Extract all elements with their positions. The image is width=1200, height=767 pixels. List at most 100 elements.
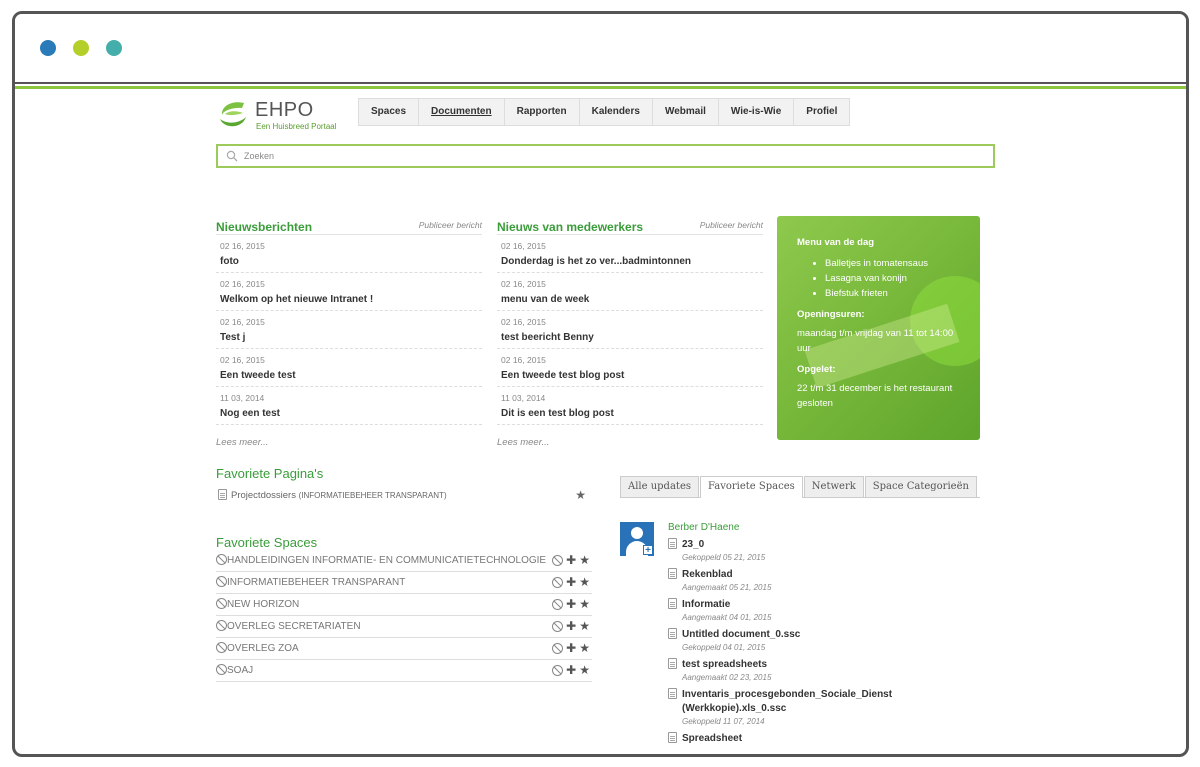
window-minimize-dot[interactable] [73, 40, 89, 56]
news-item[interactable]: 02 16, 2015 menu van de week [497, 273, 763, 311]
avatar[interactable]: + [620, 522, 654, 556]
news-date: 02 16, 2015 [220, 241, 265, 251]
news-date: 02 16, 2015 [501, 279, 546, 289]
add-icon[interactable]: ✚ [566, 660, 576, 681]
news-item[interactable]: 02 16, 2015 Test j [216, 311, 482, 349]
favorite-space-item[interactable]: HANDLEIDINGEN INFORMATIE- EN COMMUNICATI… [216, 550, 592, 572]
star-icon[interactable]: ★ [579, 594, 590, 615]
news-item-title[interactable]: test beericht Benny [501, 332, 763, 343]
favorite-space-item[interactable]: NEW HORIZON ✚ ★ [216, 594, 592, 616]
favorite-space-name[interactable]: NEW HORIZON [227, 599, 299, 610]
add-icon[interactable]: ✚ [566, 638, 576, 659]
feed-item-meta: Aangemaakt 05 21, 2015 [682, 583, 772, 592]
logo-tagline: Een Huisbreed Portaal [256, 122, 337, 131]
space-actions: ✚ ★ [552, 550, 590, 571]
feed-item[interactable]: 23_0 Gekoppeld 05 21, 2015 [668, 538, 988, 562]
tab-alle-updates[interactable]: Alle updates [620, 476, 699, 497]
news-item-title[interactable]: Dit is een test blog post [501, 408, 763, 419]
favorite-space-item[interactable]: INFORMATIEBEHEER TRANSPARANT ✚ ★ [216, 572, 592, 594]
star-icon[interactable]: ★ [579, 616, 590, 637]
news-item-title[interactable]: Donderdag is het zo ver...badmintonnen [501, 256, 763, 267]
news-item-title[interactable]: Een tweede test [220, 370, 482, 381]
feed-item[interactable]: Rekenblad Aangemaakt 05 21, 2015 [668, 568, 988, 592]
feed-item-title[interactable]: Inventaris_procesgebonden_Sociale_Dienst… [682, 689, 892, 714]
news-item-title[interactable]: Een tweede test blog post [501, 370, 763, 381]
portal-logo[interactable]: EHPO Een Huisbreed Portaal [218, 99, 348, 133]
space-icon [216, 664, 227, 675]
news-read-more-link[interactable]: Lees meer... [216, 437, 482, 448]
feed-item[interactable]: Untitled document_0.ssc Gekoppeld 04 01,… [668, 628, 988, 652]
add-icon[interactable]: ✚ [566, 550, 576, 571]
news-item[interactable]: 02 16, 2015 Welkom op het nieuwe Intrane… [216, 273, 482, 311]
news-item-title[interactable]: Welkom op het nieuwe Intranet ! [220, 294, 482, 305]
news-item[interactable]: 02 16, 2015 Een tweede test [216, 349, 482, 387]
news-item-title[interactable]: foto [220, 256, 482, 267]
news-item-title[interactable]: menu van de week [501, 294, 763, 305]
favorite-space-name[interactable]: SOAJ [227, 665, 253, 676]
nav-item-rapporten[interactable]: Rapporten [503, 98, 579, 126]
news-item[interactable]: 02 16, 2015 foto [216, 235, 482, 273]
feed-item-title[interactable]: 23_0 [682, 539, 704, 550]
news-item[interactable]: 02 16, 2015 Donderdag is het zo ver...ba… [497, 235, 763, 273]
nav-item-profiel[interactable]: Profiel [793, 98, 851, 126]
feed-item-title[interactable]: Spreadsheet [682, 733, 742, 744]
favorite-space-name[interactable]: HANDLEIDINGEN INFORMATIE- EN COMMUNICATI… [227, 555, 546, 566]
search-input[interactable] [244, 148, 984, 164]
news-item[interactable]: 02 16, 2015 Een tweede test blog post [497, 349, 763, 387]
news-date: 02 16, 2015 [220, 355, 265, 365]
favorite-space-item[interactable]: OVERLEG SECRETARIATEN ✚ ★ [216, 616, 592, 638]
employee-news-read-more-link[interactable]: Lees meer... [497, 437, 763, 448]
publish-news-link[interactable]: Publiceer bericht [419, 220, 482, 230]
news-item-title[interactable]: Test j [220, 332, 482, 343]
feed-item-meta: Gekoppeld 04 01, 2015 [682, 643, 766, 652]
star-icon[interactable]: ★ [579, 638, 590, 659]
news-item[interactable]: 11 03, 2014 Dit is een test blog post [497, 387, 763, 425]
add-icon[interactable]: ✚ [566, 616, 576, 637]
space-settings-icon[interactable] [552, 665, 564, 676]
tab-favoriete-spaces[interactable]: Favoriete Spaces [700, 476, 803, 498]
nav-item-kalenders[interactable]: Kalenders [578, 98, 652, 126]
favorite-space-name[interactable]: INFORMATIEBEHEER TRANSPARANT [227, 577, 405, 588]
favorite-space-item[interactable]: SOAJ ✚ ★ [216, 660, 592, 682]
star-icon[interactable]: ★ [579, 550, 590, 571]
window-maximize-dot[interactable] [106, 40, 122, 56]
nav-item-wie-is-wie[interactable]: Wie-is-Wie [717, 98, 794, 126]
feed-item[interactable]: Spreadsheet [668, 732, 988, 746]
star-icon[interactable]: ★ [575, 488, 586, 502]
tab-space-categorieen[interactable]: Space Categorieën [864, 476, 977, 497]
notice-heading: Opgelet: [797, 364, 836, 375]
news-item[interactable]: 11 03, 2014 Nog een test [216, 387, 482, 425]
feed-item[interactable]: Inventaris_procesgebonden_Sociale_Dienst… [668, 688, 988, 726]
feed-item[interactable]: Informatie Aangemaakt 04 01, 2015 [668, 598, 988, 622]
browser-frame: EHPO Een Huisbreed Portaal Spaces Docume… [12, 11, 1189, 757]
feed-item-title[interactable]: Untitled document_0.ssc [682, 629, 800, 640]
window-close-dot[interactable] [40, 40, 56, 56]
publish-post-link[interactable]: Publiceer bericht [700, 220, 763, 230]
employee-news-header: Nieuws van medewerkers Publiceer bericht [497, 218, 763, 235]
space-settings-icon[interactable] [552, 621, 564, 632]
add-icon[interactable]: ✚ [566, 594, 576, 615]
favorite-space-name[interactable]: OVERLEG ZOA [227, 643, 299, 654]
feed-item-title[interactable]: Informatie [682, 599, 730, 610]
star-icon[interactable]: ★ [579, 572, 590, 593]
feed-item-title[interactable]: Rekenblad [682, 569, 733, 580]
space-settings-icon[interactable] [552, 555, 564, 566]
favorite-page-item[interactable]: Projectdossiers (INFORMATIEBEHEER TRANSP… [218, 488, 590, 503]
space-settings-icon[interactable] [552, 599, 564, 610]
nav-item-documenten[interactable]: Documenten [418, 98, 504, 126]
space-settings-icon[interactable] [552, 643, 564, 654]
favorite-page-name[interactable]: Projectdossiers [231, 490, 296, 501]
feed-item-title[interactable]: test spreadsheets [682, 659, 767, 670]
news-item-title[interactable]: Nog een test [220, 408, 482, 419]
news-item[interactable]: 02 16, 2015 test beericht Benny [497, 311, 763, 349]
star-icon[interactable]: ★ [579, 660, 590, 681]
feed-user-name[interactable]: Berber D'Haene [668, 522, 739, 533]
nav-item-spaces[interactable]: Spaces [358, 98, 419, 126]
favorite-space-item[interactable]: OVERLEG ZOA ✚ ★ [216, 638, 592, 660]
nav-item-webmail[interactable]: Webmail [651, 98, 718, 126]
tab-netwerk[interactable]: Netwerk [803, 476, 864, 497]
add-icon[interactable]: ✚ [566, 572, 576, 593]
feed-item[interactable]: test spreadsheets Aangemaakt 02 23, 2015 [668, 658, 988, 682]
space-settings-icon[interactable] [552, 577, 564, 588]
favorite-space-name[interactable]: OVERLEG SECRETARIATEN [227, 621, 361, 632]
